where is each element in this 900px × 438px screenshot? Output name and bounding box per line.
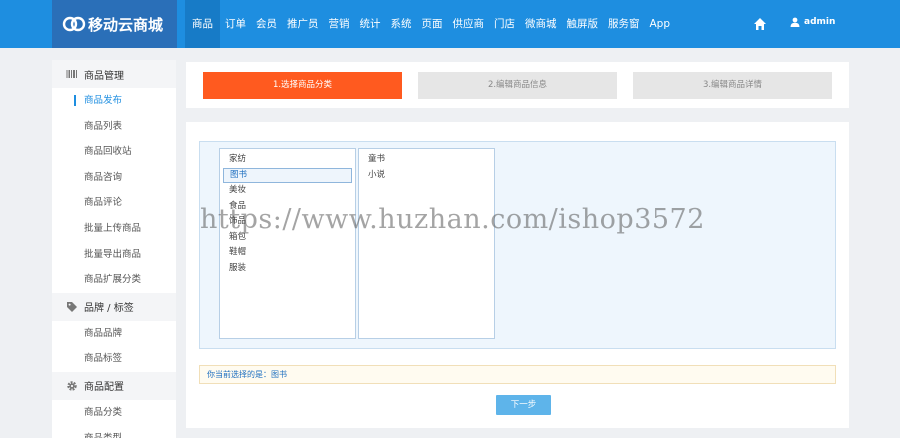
- nav-item-goods[interactable]: 商品: [185, 0, 220, 48]
- logo[interactable]: 移动云商城: [52, 0, 177, 48]
- sidebar-item-goods-tags[interactable]: 商品标签: [52, 346, 176, 372]
- category-item[interactable]: 美妆: [223, 183, 352, 199]
- category-item[interactable]: 小说: [362, 168, 491, 184]
- selected-value: 图书: [271, 370, 287, 379]
- home-icon[interactable]: [753, 17, 767, 31]
- nav-item-statistics[interactable]: 统计: [355, 0, 386, 48]
- sidebar-item-goods-category[interactable]: 商品分类: [52, 400, 176, 426]
- step-select-category: 1.选择商品分类: [203, 72, 402, 99]
- logo-text: 移动云商城: [88, 15, 164, 34]
- nav-item-service-window[interactable]: 服务窗: [603, 0, 645, 48]
- tag-icon: [67, 301, 77, 312]
- step-edit-info: 2.编辑商品信息: [418, 72, 617, 99]
- category-picker: 家纺 图书 美妆 食品 饰品 箱包 鞋帽 服装 童书 小说: [199, 141, 836, 349]
- sidebar-item-extended-category[interactable]: 商品扩展分类: [52, 267, 176, 293]
- main-nav: 商品 订单 会员 推广员 营销 统计 系统 页面 供应商 门店 微商城 触屏版 …: [185, 0, 675, 48]
- nav-item-system[interactable]: 系统: [386, 0, 417, 48]
- next-step-button[interactable]: 下一步: [496, 395, 551, 415]
- sidebar-item-publish-goods[interactable]: 商品发布: [52, 88, 176, 114]
- barcode-icon: [66, 70, 77, 78]
- category-item[interactable]: 鞋帽: [223, 245, 352, 261]
- logo-icon: [62, 16, 86, 32]
- category-item[interactable]: 家纺: [223, 152, 352, 168]
- sidebar-group-label: 品牌 / 标签: [84, 303, 134, 315]
- selected-category-bar: 你当前选择的是：图书: [199, 365, 836, 384]
- sidebar-item-goods-list[interactable]: 商品列表: [52, 114, 176, 140]
- sidebar-group-label: 商品管理: [84, 70, 124, 82]
- category-item-selected[interactable]: 图书: [223, 167, 352, 183]
- nav-item-app[interactable]: App: [645, 0, 676, 48]
- category-panel: 家纺 图书 美妆 食品 饰品 箱包 鞋帽 服装 童书 小说 你当前选择的是：图书…: [186, 122, 849, 428]
- sidebar-group-goods-config[interactable]: 商品配置: [52, 371, 176, 400]
- category-item[interactable]: 服装: [223, 261, 352, 277]
- sidebar-item-recycle-bin[interactable]: 商品回收站: [52, 139, 176, 165]
- sidebar: 商品管理 商品发布 商品列表 商品回收站 商品咨询 商品评论 批量上传商品 批量…: [52, 60, 176, 438]
- user-menu[interactable]: admin: [790, 17, 835, 27]
- sidebar-group-label: 商品配置: [84, 382, 124, 394]
- nav-item-touch-version[interactable]: 触屏版: [562, 0, 604, 48]
- category-list-level1[interactable]: 家纺 图书 美妆 食品 饰品 箱包 鞋帽 服装: [219, 148, 356, 339]
- nav-item-pages[interactable]: 页面: [417, 0, 448, 48]
- username: admin: [804, 17, 836, 27]
- sidebar-group-brand-tags[interactable]: 品牌 / 标签: [52, 292, 176, 321]
- top-header: 移动云商城 商品 订单 会员 推广员 营销 统计 系统 页面 供应商 门店 微商…: [0, 0, 900, 48]
- sidebar-item-goods-inquiry[interactable]: 商品咨询: [52, 165, 176, 191]
- watermark: https://www.huzhan.com/ishop3572: [200, 204, 705, 235]
- nav-item-micro-mall[interactable]: 微商城: [520, 0, 562, 48]
- nav-item-suppliers[interactable]: 供应商: [448, 0, 490, 48]
- nav-item-marketing[interactable]: 营销: [324, 0, 355, 48]
- category-item[interactable]: 童书: [362, 152, 491, 168]
- gear-icon: [67, 381, 77, 391]
- sidebar-item-goods-type[interactable]: 商品类型: [52, 426, 176, 438]
- nav-item-members[interactable]: 会员: [251, 0, 282, 48]
- nav-item-promoters[interactable]: 推广员: [282, 0, 324, 48]
- steps-panel: 1.选择商品分类 2.编辑商品信息 3.编辑商品详情: [186, 62, 849, 108]
- sidebar-item-goods-brand[interactable]: 商品品牌: [52, 321, 176, 347]
- sidebar-group-goods-management[interactable]: 商品管理: [52, 60, 176, 88]
- sidebar-item-goods-reviews[interactable]: 商品评论: [52, 190, 176, 216]
- category-list-level2[interactable]: 童书 小说: [358, 148, 495, 339]
- sidebar-item-batch-export[interactable]: 批量导出商品: [52, 242, 176, 268]
- nav-item-stores[interactable]: 门店: [489, 0, 520, 48]
- user-icon: [790, 17, 800, 27]
- selected-label: 你当前选择的是：: [207, 370, 271, 379]
- step-edit-details: 3.编辑商品详情: [633, 72, 832, 99]
- sidebar-item-batch-upload[interactable]: 批量上传商品: [52, 216, 176, 242]
- nav-item-orders[interactable]: 订单: [220, 0, 251, 48]
